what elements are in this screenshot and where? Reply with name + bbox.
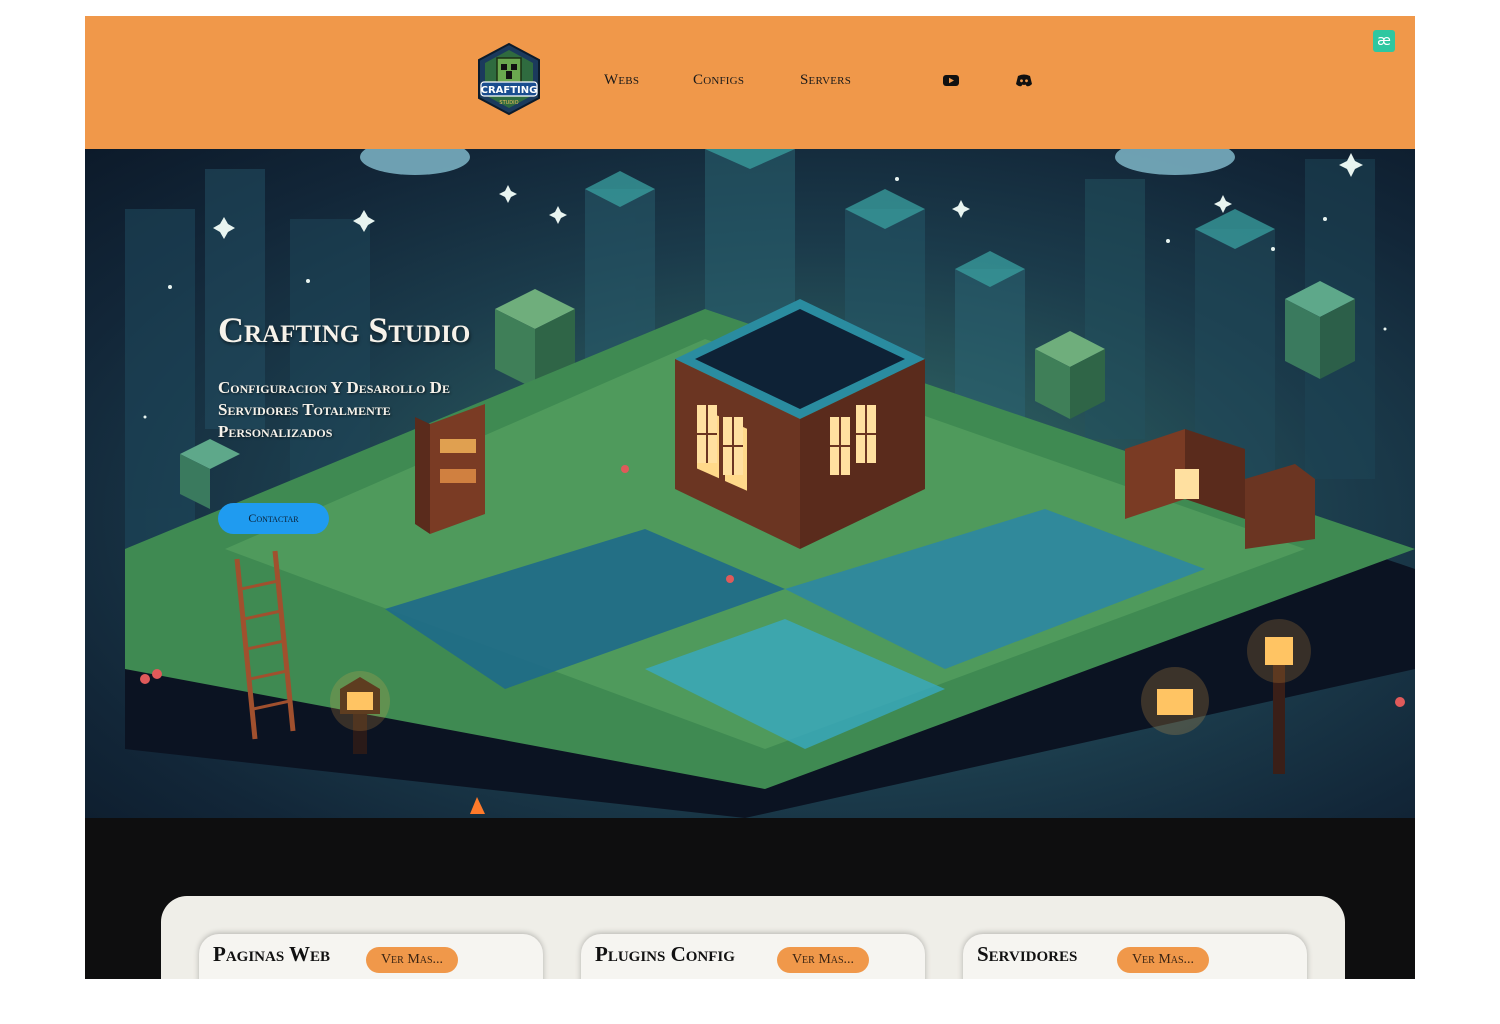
hero-illustration: [125, 149, 1415, 818]
site-header: CRAFTING STUDIO Webs Configs Servers æ: [85, 16, 1415, 149]
extension-badge[interactable]: æ: [1373, 30, 1395, 52]
hero-section: Crafting Studio Configuracion Y Desaroll…: [85, 149, 1415, 818]
discord-icon[interactable]: [1015, 73, 1033, 88]
logo-subtext: STUDIO: [499, 100, 518, 106]
ver-mas-button[interactable]: Ver Mas...: [1117, 947, 1209, 973]
services-panel: Paginas Web Ver Mas... Plugins Config Ve…: [161, 896, 1345, 979]
ver-mas-button[interactable]: Ver Mas...: [777, 947, 869, 973]
service-card-plugins-config: Plugins Config Ver Mas...: [581, 934, 925, 979]
nav-configs[interactable]: Configs: [693, 72, 744, 89]
crafting-studio-logo[interactable]: CRAFTING STUDIO: [473, 42, 545, 116]
nav-webs[interactable]: Webs: [604, 72, 639, 89]
service-card-title: Paginas Web: [213, 942, 331, 966]
contact-button[interactable]: Contactar: [218, 503, 329, 534]
service-card-title: Plugins Config: [595, 942, 735, 966]
hero-subtitle: Configuracion Y Desarollo De Servidores …: [218, 378, 450, 441]
service-card-servidores: Servidores Ver Mas...: [963, 934, 1307, 979]
service-card-paginas-web: Paginas Web Ver Mas...: [199, 934, 543, 979]
logo-text: CRAFTING: [481, 85, 538, 96]
ver-mas-button[interactable]: Ver Mas...: [366, 947, 458, 973]
youtube-icon[interactable]: [942, 73, 960, 88]
hero-title: Crafting Studio: [218, 310, 471, 350]
page-frame: CRAFTING STUDIO Webs Configs Servers æ C…: [85, 16, 1415, 979]
service-card-title: Servidores: [977, 942, 1078, 966]
nav-servers[interactable]: Servers: [800, 72, 851, 89]
